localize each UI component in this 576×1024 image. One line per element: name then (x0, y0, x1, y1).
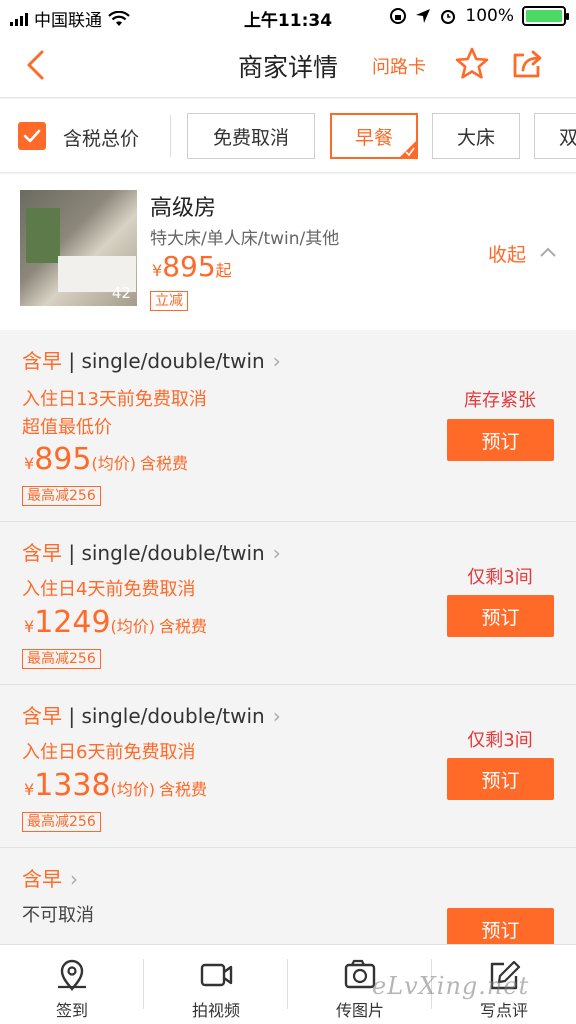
average-label: (均价) (110, 617, 156, 636)
rate-plan-title[interactable]: 含早 | single/double/twin › (22, 700, 281, 729)
meal-type: 含早 (22, 349, 62, 373)
chevron-right-icon: › (272, 349, 281, 373)
stock-status: 仅剩3间 (467, 567, 533, 588)
rate-plan-row[interactable]: 含早 | single/double/twin › 入住日6天前免费取消 ¥133… (0, 686, 576, 848)
tab-record-video[interactable]: 拍视频 (144, 945, 288, 1024)
tax-inclusive-label: 含税总价 (63, 128, 140, 150)
room-summary[interactable]: 42 高级房 特大床/单人床/twin/其他 ¥895起 立减 收起 (0, 174, 576, 330)
location-pin-icon (58, 959, 86, 991)
cancel-policy: 入住日4天前免费取消 (22, 579, 196, 600)
chevron-right-icon: › (272, 704, 281, 728)
stock-status: 库存紧张 (464, 390, 536, 411)
rate-plan-title[interactable]: 含早 | single/double/twin › (22, 537, 281, 566)
price-suffix: 起 (215, 261, 232, 280)
rate-price: ¥1249(均价) 含税费 (24, 605, 207, 640)
tab-check-in-label: 签到 (55, 1001, 88, 1020)
tab-record-video-label: 拍视频 (191, 1001, 240, 1020)
meal-type: 含早 (22, 704, 62, 728)
rate-plan-row[interactable]: 含早 › 不可取消 预订 (0, 849, 576, 950)
tax-label: 含税费 (159, 780, 208, 799)
filter-chip-breakfast-label: 早餐 (354, 126, 393, 149)
rate-plan-title[interactable]: 含早 › (22, 863, 78, 892)
room-name: 高级房 (150, 196, 217, 221)
promo-label: 超值最低价 (22, 417, 112, 438)
book-button[interactable]: 预订 (447, 758, 554, 800)
room-price-value: 895 (162, 250, 216, 283)
meal-type: 含早 (22, 867, 62, 891)
checkmark-icon (23, 129, 41, 143)
rate-plan-title[interactable]: 含早 | single/double/twin › (22, 345, 281, 374)
tab-upload-photo-label: 传图片 (335, 1001, 384, 1020)
room-beds: 特大床/单人床/twin/其他 (150, 229, 340, 249)
discount-tag: 立减 (150, 291, 188, 311)
battery-icon (522, 6, 569, 26)
tab-write-review-label: 写点评 (479, 1001, 528, 1020)
bed-types: single/double/twin (81, 349, 265, 373)
filter-chip-free-cancel[interactable]: 免费取消 (187, 113, 315, 159)
chevron-right-icon: › (272, 541, 281, 565)
currency-symbol: ¥ (24, 617, 35, 636)
stock-status: 仅剩3间 (467, 730, 533, 751)
rate-price: ¥1338(均价) 含税费 (24, 768, 207, 803)
room-price: ¥895起 (152, 250, 232, 283)
max-discount-tag: 最高减256 (22, 486, 101, 506)
room-photo[interactable]: 42 (20, 190, 137, 306)
rate-price-value: 1249 (34, 605, 111, 640)
filter-bar: 含税总价 免费取消 早餐 大床 双 (0, 99, 576, 173)
chevron-right-icon: › (70, 867, 78, 891)
filter-chip-twin[interactable]: 双 (534, 113, 576, 159)
rate-price-value: 1338 (34, 768, 111, 803)
average-label: (均价) (110, 780, 156, 799)
status-right: 100% (389, 6, 569, 26)
watermark: eLvXing.net (372, 972, 530, 1000)
alarm-icon (441, 10, 456, 24)
corner-check-icon (405, 147, 415, 156)
cancel-policy: 入住日6天前免费取消 (22, 742, 196, 763)
nav-header: 商家详情 问路卡 (0, 32, 576, 98)
ask-way-card-button[interactable]: 问路卡 (372, 53, 426, 79)
rate-price: ¥895(均价) 含税费 (24, 442, 188, 477)
favorite-star-icon[interactable] (454, 46, 490, 82)
currency-symbol: ¥ (24, 780, 35, 799)
tax-label: 含税费 (139, 454, 188, 473)
separator: | (62, 541, 82, 565)
room-photo-window (26, 208, 60, 263)
max-discount-tag: 最高减256 (22, 812, 101, 832)
tab-check-in[interactable]: 签到 (0, 945, 144, 1024)
average-label: (均价) (91, 454, 136, 473)
currency-symbol: ¥ (152, 261, 163, 280)
collapse-button[interactable]: 收起 (488, 240, 526, 267)
filter-chip-king-bed[interactable]: 大床 (432, 113, 520, 159)
rate-price-value: 895 (34, 442, 92, 477)
tax-label: 含税费 (159, 617, 208, 636)
book-button[interactable]: 预订 (447, 419, 554, 461)
separator: | (62, 704, 82, 728)
rate-plan-row[interactable]: 含早 | single/double/twin › 入住日4天前免费取消 ¥124… (0, 523, 576, 685)
bed-types: single/double/twin (81, 541, 265, 565)
photo-count: 42 (111, 284, 131, 302)
location-arrow-icon (416, 9, 431, 23)
meal-type: 含早 (22, 541, 62, 565)
chevron-up-icon[interactable] (538, 244, 558, 260)
cancel-policy: 不可取消 (22, 905, 94, 926)
max-discount-tag: 最高减256 (22, 649, 101, 669)
video-camera-icon (200, 963, 233, 987)
cancel-policy: 入住日13天前免费取消 (22, 389, 207, 410)
share-icon[interactable] (510, 46, 546, 82)
filter-chip-breakfast[interactable]: 早餐 (330, 113, 418, 159)
rotation-lock-icon (390, 8, 407, 24)
bed-types: single/double/twin (81, 704, 265, 728)
currency-symbol: ¥ (24, 454, 35, 473)
filter-divider (170, 115, 171, 157)
battery-percent: 100% (465, 6, 514, 26)
tax-inclusive-checkbox[interactable] (18, 122, 46, 150)
separator: | (62, 349, 82, 373)
status-bar: 中国联通 上午11:34 100% (0, 0, 576, 32)
rate-plan-row[interactable]: 含早 | single/double/twin › 入住日13天前免费取消 超值最… (0, 331, 576, 522)
book-button[interactable]: 预订 (447, 595, 554, 637)
